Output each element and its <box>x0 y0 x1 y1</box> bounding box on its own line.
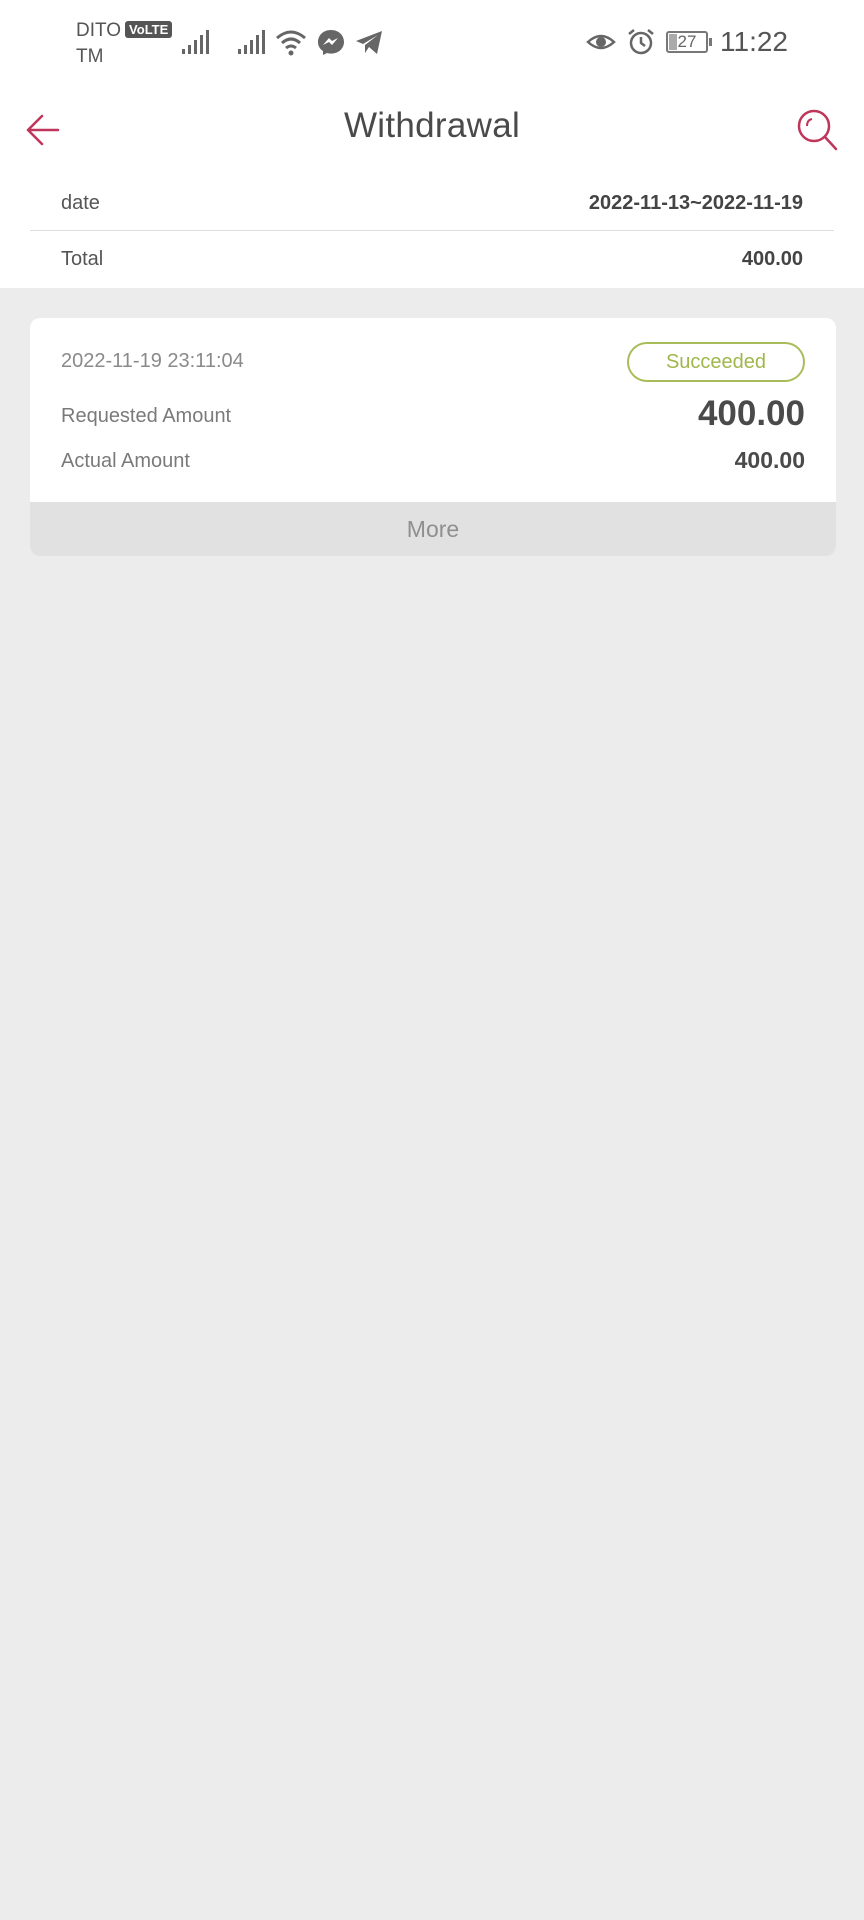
status-time: 11:22 <box>720 26 788 57</box>
alarm-icon <box>628 29 654 55</box>
actual-amount-value: 400.00 <box>734 447 805 473</box>
app-header: Withdrawal <box>0 84 864 176</box>
battery-level: 27 <box>677 32 697 51</box>
eye-icon <box>586 34 616 50</box>
record-datetime: 2022-11-19 23:11:04 <box>61 350 244 372</box>
total-label: Total <box>61 248 104 270</box>
page-title: Withdrawal <box>343 106 521 145</box>
status-badge: Succeeded <box>627 342 805 382</box>
date-range-value: 2022-11-13~2022-11-19 <box>588 191 803 214</box>
status-bar: DITO VoLTE TM 27 11:22 <box>0 0 864 84</box>
carrier-name: DITO <box>76 20 122 41</box>
summary-panel: date 2022-11-13~2022-11-19 Total 400.00 <box>0 176 864 288</box>
requested-amount-label: Requested Amount <box>61 405 232 427</box>
total-row: Total 400.00 <box>30 232 834 287</box>
total-value: 400.00 <box>741 248 803 270</box>
signal-icon <box>238 30 265 54</box>
battery-icon: 27 <box>666 31 712 53</box>
actual-amount-label: Actual Amount <box>61 450 190 472</box>
carrier-info: DITO VoLTE TM <box>76 18 173 70</box>
search-icon <box>797 109 838 151</box>
more-button[interactable]: More <box>30 502 836 556</box>
messenger-icon <box>318 30 344 55</box>
volte-badge: VoLTE <box>125 21 173 38</box>
requested-amount-value: 400.00 <box>697 394 805 433</box>
search-button[interactable] <box>796 106 840 154</box>
withdrawal-record-card[interactable]: 2022-11-19 23:11:04 Succeeded Requested … <box>30 318 836 556</box>
status-icons-right: 27 <box>586 24 712 60</box>
date-range-row[interactable]: date 2022-11-13~2022-11-19 <box>30 176 834 231</box>
wifi-icon <box>276 30 306 56</box>
signal-icon <box>182 30 209 54</box>
carrier-secondary: TM <box>76 46 104 67</box>
date-label: date <box>61 191 100 214</box>
status-icons-left <box>180 24 384 60</box>
telegram-icon <box>356 31 382 54</box>
